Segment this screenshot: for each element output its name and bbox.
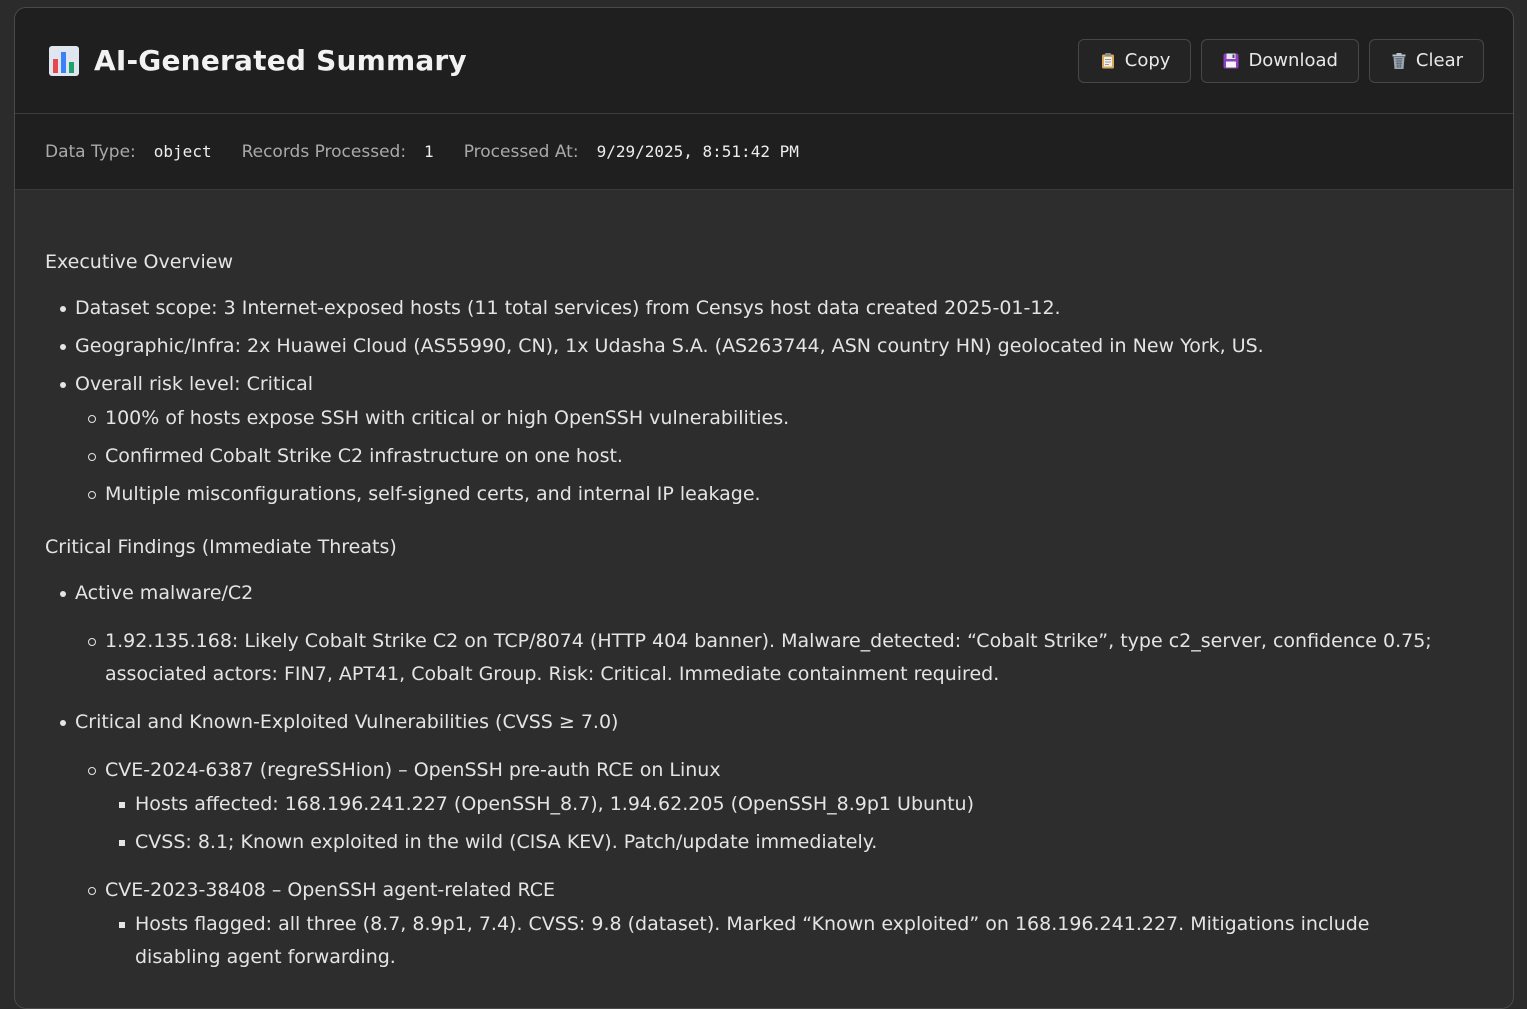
list-item: Hosts affected: 168.196.241.227 (OpenSSH…	[45, 788, 1483, 821]
list-item: CVE-2023-38408 – OpenSSH agent-related R…	[45, 874, 1483, 907]
executive-overview-list: Dataset scope: 3 Internet-exposed hosts …	[45, 292, 1483, 401]
list-item: Hosts flagged: all three (8.7, 8.9p1, 7.…	[45, 908, 1483, 974]
copy-label: Copy	[1124, 50, 1171, 71]
list-item: Overall risk level: Critical	[45, 368, 1483, 401]
vulnerabilities-list: Critical and Known-Exploited Vulnerabili…	[45, 706, 1483, 739]
cve-list: CVE-2023-38408 – OpenSSH agent-related R…	[45, 874, 1483, 907]
toolbar: Copy Download Clear	[1077, 38, 1484, 83]
cve-list: CVE-2024-6387 (regreSSHion) – OpenSSH pr…	[45, 754, 1483, 787]
processed-at-value: 9/29/2025, 8:51:42 PM	[596, 142, 799, 161]
malware-sublist: 1.92.135.168: Likely Cobalt Strike C2 on…	[45, 625, 1483, 691]
data-type-label: Data Type:	[45, 141, 136, 162]
list-item: Active malware/C2	[45, 577, 1483, 610]
list-item: Dataset scope: 3 Internet-exposed hosts …	[45, 292, 1483, 325]
data-type-value: object	[153, 142, 212, 161]
list-item: 1.92.135.168: Likely Cobalt Strike C2 on…	[45, 625, 1483, 691]
trash-icon	[1390, 52, 1408, 70]
list-item: CVE-2024-6387 (regreSSHion) – OpenSSH pr…	[45, 754, 1483, 787]
processed-at-label: Processed At:	[463, 141, 579, 162]
critical-findings-list: Active malware/C2	[45, 577, 1483, 610]
summary-content: Executive Overview Dataset scope: 3 Inte…	[15, 190, 1513, 974]
title-group: AI-Generated Summary	[48, 44, 467, 77]
download-label: Download	[1248, 50, 1338, 71]
records-processed-label: Records Processed:	[241, 141, 407, 162]
records-processed-value: 1	[424, 142, 434, 161]
cve-2023-38408-details: Hosts flagged: all three (8.7, 8.9p1, 7.…	[45, 908, 1483, 974]
list-item: Geographic/Infra: 2x Huawei Cloud (AS559…	[45, 330, 1483, 363]
summary-header: AI-Generated Summary Copy Download Clear	[15, 8, 1513, 114]
copy-button[interactable]: Copy	[1077, 38, 1192, 83]
risk-level-sublist: 100% of hosts expose SSH with critical o…	[45, 402, 1483, 511]
list-item: CVSS: 8.1; Known exploited in the wild (…	[45, 826, 1483, 859]
cve-2024-6387-details: Hosts affected: 168.196.241.227 (OpenSSH…	[45, 788, 1483, 859]
bar-chart-icon	[48, 45, 80, 77]
clipboard-icon	[1099, 52, 1117, 70]
page-title: AI-Generated Summary	[94, 44, 467, 77]
floppy-disk-icon	[1222, 52, 1240, 70]
clear-button[interactable]: Clear	[1368, 38, 1484, 83]
section-heading-critical-findings: Critical Findings (Immediate Threats)	[45, 536, 397, 558]
list-item: 100% of hosts expose SSH with critical o…	[45, 402, 1483, 435]
risk-level-text: Overall risk level: Critical	[75, 373, 314, 395]
list-item: Multiple misconfigurations, self-signed …	[45, 478, 1483, 511]
download-button[interactable]: Download	[1201, 38, 1359, 83]
summary-panel: AI-Generated Summary Copy Download Clear…	[14, 7, 1514, 1009]
list-item: Critical and Known-Exploited Vulnerabili…	[45, 706, 1483, 739]
list-item: Confirmed Cobalt Strike C2 infrastructur…	[45, 440, 1483, 473]
section-heading-executive-overview: Executive Overview	[45, 251, 233, 273]
metadata-bar: Data Type: object Records Processed: 1 P…	[15, 114, 1513, 190]
clear-label: Clear	[1415, 50, 1463, 71]
